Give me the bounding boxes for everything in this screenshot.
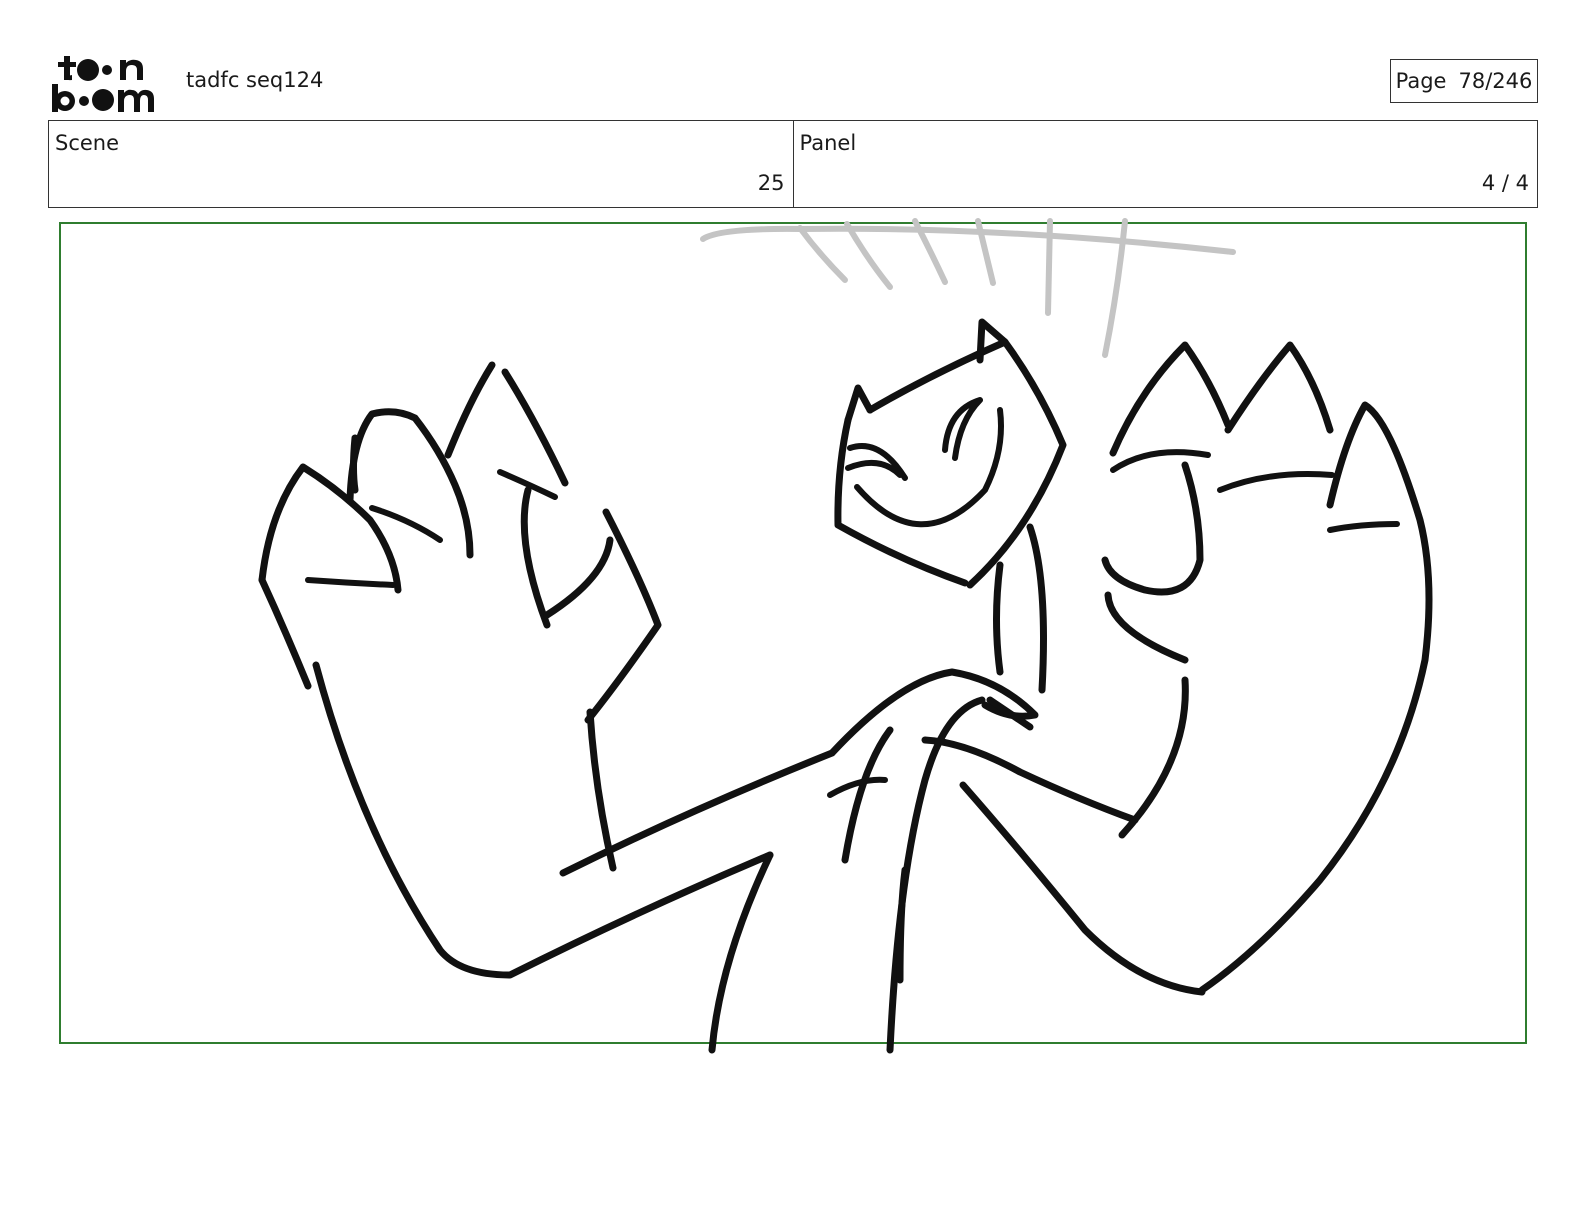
storyboard-sketch [258,218,1433,1054]
character-body [708,523,1139,1054]
right-hand [959,341,1433,996]
motion-lines [700,218,1236,358]
character-head [834,318,1067,589]
left-hand [258,361,836,979]
